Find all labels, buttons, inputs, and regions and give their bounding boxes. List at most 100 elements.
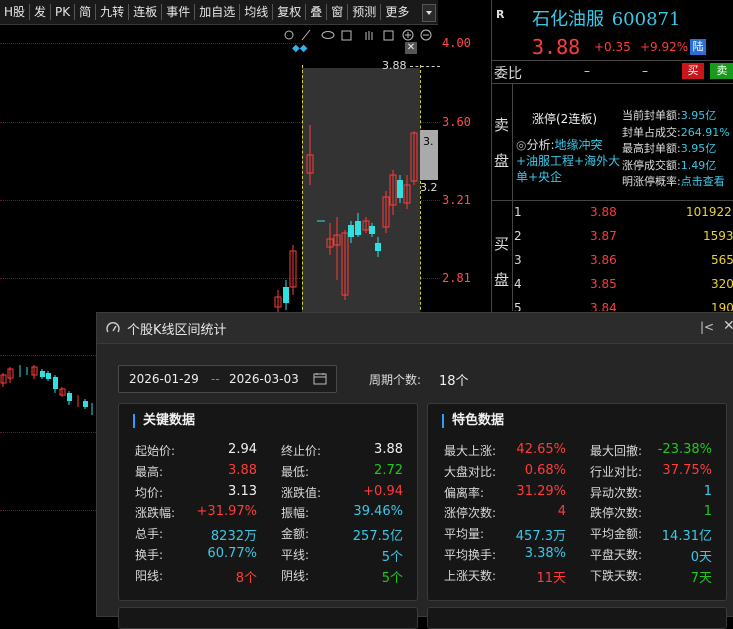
bid-level: 1 bbox=[514, 205, 522, 219]
buy-button[interactable]: 买 bbox=[682, 63, 704, 79]
speedometer-icon bbox=[106, 322, 120, 333]
bid-price: 3.88 bbox=[590, 205, 617, 219]
stat-value: 5个 bbox=[381, 570, 403, 586]
buy-side-label: 买 盘 bbox=[492, 201, 513, 311]
stat-row: 当前封单额:3.95亿 bbox=[622, 108, 733, 125]
bid-row[interactable]: 5 3.84 190 bbox=[512, 301, 733, 311]
stat-key: 涨停成交额: bbox=[622, 158, 681, 172]
toolbar-item[interactable]: H股 bbox=[0, 4, 31, 20]
period-count-value: 18个 bbox=[439, 374, 469, 389]
calendar-icon[interactable] bbox=[313, 372, 327, 386]
toolbar-item[interactable]: 事件 bbox=[162, 4, 196, 20]
toolbar-item[interactable]: 均线 bbox=[240, 4, 274, 20]
stock-name-text: 石化油服 bbox=[532, 9, 604, 30]
toolbar-item[interactable]: 九转 bbox=[96, 4, 130, 20]
stat-value: 264.91% bbox=[680, 125, 730, 139]
weibi-label: 委比 bbox=[494, 66, 522, 82]
analysis-prefix: 分析: bbox=[526, 138, 555, 152]
stat-label: 平均量: bbox=[444, 527, 485, 542]
bid-level: 4 bbox=[514, 277, 522, 291]
stat-value: 4 bbox=[557, 504, 566, 520]
toolbar-item[interactable]: 连板 bbox=[129, 4, 163, 20]
period-count-label: 周期个数: bbox=[369, 373, 422, 387]
stat-value: 1 bbox=[703, 504, 712, 520]
dialog-header[interactable]: 个股K线区间统计 |< ✕ bbox=[97, 313, 733, 344]
toolbar-item[interactable]: 发 bbox=[30, 4, 52, 20]
stock-code: 600871 bbox=[611, 9, 681, 30]
stat-value: 3.95亿 bbox=[680, 142, 717, 155]
close-icon[interactable]: ✕ bbox=[723, 318, 733, 334]
stat-label: 涨跌值: bbox=[281, 485, 322, 500]
toolbar-item[interactable]: 叠 bbox=[306, 4, 328, 20]
bid-price: 3.85 bbox=[590, 277, 617, 291]
stat-value: 8232万 bbox=[210, 529, 257, 545]
bid-row[interactable]: 1 3.88 101922 bbox=[512, 205, 733, 229]
stat-value: 0.68% bbox=[524, 462, 566, 478]
stat-label: 阴线: bbox=[281, 568, 310, 583]
toolbar-item[interactable]: 更多 bbox=[381, 4, 413, 20]
info-icon: ◎ bbox=[516, 138, 527, 152]
stat-row[interactable]: 明涨停概率:点击查看 bbox=[622, 174, 733, 191]
stock-name[interactable]: 石化油服 600871 bbox=[532, 5, 680, 31]
connect-tag: 陆 bbox=[690, 39, 706, 55]
bid-volume: 190 bbox=[711, 301, 733, 311]
key-data-card: 关键数据 起始价: 2.94 终止价: 3.88 最高: 3.88 最低: 2.72 均价: 3.… bbox=[118, 403, 418, 601]
stat-row: 最高封单额:3.95亿 bbox=[622, 141, 733, 158]
stat-value: 11天 bbox=[536, 570, 566, 586]
stat-key: 当前封单额: bbox=[622, 109, 681, 122]
stat-link[interactable]: 点击查看 bbox=[681, 175, 725, 188]
date-separator: -- bbox=[211, 372, 220, 386]
bid-volume: 565 bbox=[711, 253, 733, 267]
bid-row[interactable]: 4 3.85 320 bbox=[512, 277, 733, 301]
date-range-picker[interactable]: 2026-01-29 -- 2026-03-03 bbox=[118, 365, 337, 393]
limit-status: 涨停(2连板) bbox=[532, 112, 597, 126]
toolbar-item[interactable]: PK bbox=[51, 4, 76, 20]
bid-row[interactable]: 3 3.86 565 bbox=[512, 253, 733, 277]
stat-label: 换手: bbox=[135, 548, 164, 562]
stat-key: 封单占成交: bbox=[622, 125, 681, 139]
collapse-icon[interactable]: |< bbox=[700, 320, 714, 334]
toolbar-item[interactable]: 加自选 bbox=[195, 4, 241, 20]
toolbar-item[interactable]: 预测 bbox=[348, 4, 382, 20]
stat-value: 3.38% bbox=[524, 546, 566, 561]
stat-value: 3.88 bbox=[374, 442, 403, 457]
stock-logo: R bbox=[496, 8, 505, 21]
last-price: 3.88 bbox=[532, 35, 581, 59]
stat-value: 1.49亿 bbox=[680, 158, 717, 172]
analysis-block[interactable]: ◎分析:地缘冲突+油服工程+海外大单+央企 bbox=[516, 137, 622, 185]
stat-value: 7天 bbox=[690, 570, 712, 586]
toolbar-more-dropdown[interactable] bbox=[422, 4, 436, 22]
price-axis-label: 2.81 bbox=[442, 271, 471, 285]
interval-stats-dialog: 个股K线区间统计 |< ✕ 2026-01-29 -- 2026-03-03 周… bbox=[96, 312, 733, 629]
stat-label: 振幅: bbox=[281, 506, 310, 521]
stat-label: 最高: bbox=[135, 464, 164, 479]
stat-row: 封单占成交:264.91% bbox=[622, 125, 733, 142]
start-date[interactable]: 2026-01-29 bbox=[129, 372, 199, 386]
weibi-row: 委比 – – 买 卖 bbox=[492, 60, 733, 84]
stat-value: +0.94 bbox=[363, 483, 403, 499]
stat-value: 0天 bbox=[690, 550, 712, 565]
weibi-value: – bbox=[584, 64, 590, 78]
bid-price: 3.86 bbox=[590, 253, 617, 267]
gridline bbox=[0, 510, 96, 511]
sell-button[interactable]: 卖 bbox=[710, 63, 733, 79]
stat-value: 31.29% bbox=[516, 483, 566, 499]
stat-value: 3.95亿 bbox=[680, 109, 717, 122]
toolbar-item[interactable]: 窗 bbox=[327, 4, 349, 20]
end-date[interactable]: 2026-03-03 bbox=[229, 372, 299, 386]
stat-label: 涨跌幅: bbox=[135, 506, 176, 521]
price-axis-label: 3.21 bbox=[442, 193, 471, 207]
bid-price: 3.87 bbox=[590, 229, 617, 243]
order-book-divider bbox=[492, 200, 733, 201]
next-card-top bbox=[427, 607, 727, 629]
candlesticks-left bbox=[0, 365, 93, 415]
chevron-down-icon bbox=[426, 11, 432, 15]
toolbar-item[interactable]: 简 bbox=[75, 4, 97, 20]
sell-side-label: 卖 盘 bbox=[492, 84, 513, 200]
stat-label: 金额: bbox=[281, 527, 310, 542]
bid-row[interactable]: 2 3.87 1593 bbox=[512, 229, 733, 253]
sell-label-1: 卖 bbox=[494, 116, 510, 134]
stat-value: 257.5亿 bbox=[352, 529, 403, 545]
toolbar-item[interactable]: 复权 bbox=[273, 4, 307, 20]
bid-volume: 320 bbox=[711, 277, 733, 291]
